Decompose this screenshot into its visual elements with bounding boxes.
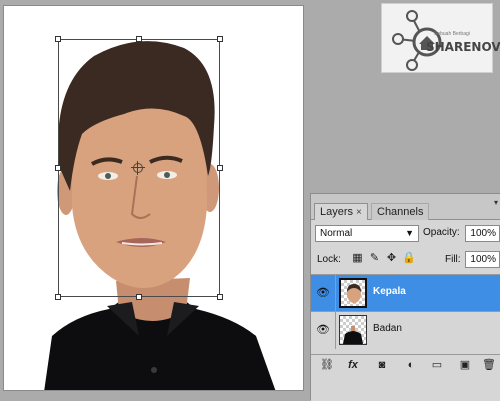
transform-handle-right[interactable] (217, 165, 223, 171)
transform-handle-left[interactable] (55, 165, 61, 171)
sharenovel-logo: Sebuah Berbagi SHARENOVEL (381, 3, 500, 73)
transform-handle-top-left[interactable] (55, 36, 61, 42)
layer-row-badan[interactable]: 👁 Badan (311, 311, 500, 349)
lock-brush-icon[interactable]: ✎ (368, 252, 381, 265)
fx-icon[interactable]: fx (345, 358, 361, 372)
document-canvas[interactable] (3, 5, 304, 391)
fill-input[interactable]: 100% (465, 251, 500, 268)
transform-handle-top[interactable] (136, 36, 142, 42)
opacity-label: Opacity: (423, 227, 460, 238)
blend-mode-value: Normal (320, 228, 353, 239)
eye-icon[interactable]: 👁 (315, 286, 331, 300)
lock-move-icon[interactable]: ✥ (385, 252, 398, 265)
mask-icon[interactable]: ◙ (374, 358, 390, 372)
logo-brand: SHARENOVEL (426, 40, 500, 54)
lock-all-icon[interactable]: 🔒 (402, 252, 416, 265)
lock-label: Lock: (317, 254, 341, 265)
network-house-icon (392, 10, 442, 71)
panel-menu-icon[interactable]: ▾ (494, 198, 498, 207)
eye-column-divider (335, 275, 336, 312)
chevron-down-icon: ▼ (405, 228, 414, 238)
tab-channels[interactable]: Channels (371, 203, 430, 220)
transform-handle-bottom-left[interactable] (55, 294, 61, 300)
layer-row-kepala[interactable]: 👁 Kepala (311, 274, 500, 312)
layer-thumbnail-head (339, 278, 367, 308)
transform-pivot-point[interactable] (131, 161, 145, 175)
logo-tagline: Sebuah Berbagi (434, 31, 470, 37)
tab-layers-label: Layers (320, 206, 354, 218)
eye-column-divider (335, 312, 336, 349)
new-layer-icon[interactable]: ▣ (457, 358, 473, 372)
folder-icon[interactable]: ▭ (429, 358, 445, 372)
adjustment-icon[interactable]: ◐ (403, 358, 419, 372)
tab-channels-label: Channels (377, 206, 424, 218)
eye-icon[interactable]: 👁 (315, 323, 331, 337)
opacity-input[interactable]: 100% (465, 225, 500, 242)
transform-handle-bottom-right[interactable] (217, 294, 223, 300)
lock-transparency-icon[interactable]: ▦ (351, 252, 364, 265)
transform-handle-bottom[interactable] (136, 294, 142, 300)
layers-panel-toolbar: ⛓ fx ◙ ◐ ▭ ▣ 🗑 (311, 354, 500, 401)
layer-name-badan: Badan (373, 323, 402, 334)
layers-panel: Layers × Channels ▾ Normal ▼ Opacity: 100… (310, 193, 500, 401)
transform-handle-top-right[interactable] (217, 36, 223, 42)
portrait-photo (44, 41, 276, 390)
layer-thumbnail-body (339, 315, 367, 345)
lock-controls: ▦ ✎ ✥ 🔒 (351, 252, 415, 266)
close-icon[interactable]: × (356, 207, 362, 218)
panel-tab-bar: Layers × Channels ▾ (311, 194, 500, 220)
fill-label: Fill: (445, 254, 461, 265)
trash-icon[interactable]: 🗑 (481, 358, 497, 372)
blend-mode-select[interactable]: Normal ▼ (315, 225, 419, 242)
layer-name-kepala: Kepala (373, 286, 406, 297)
tab-layers[interactable]: Layers × (314, 203, 368, 220)
link-icon[interactable]: ⛓ (319, 358, 335, 372)
